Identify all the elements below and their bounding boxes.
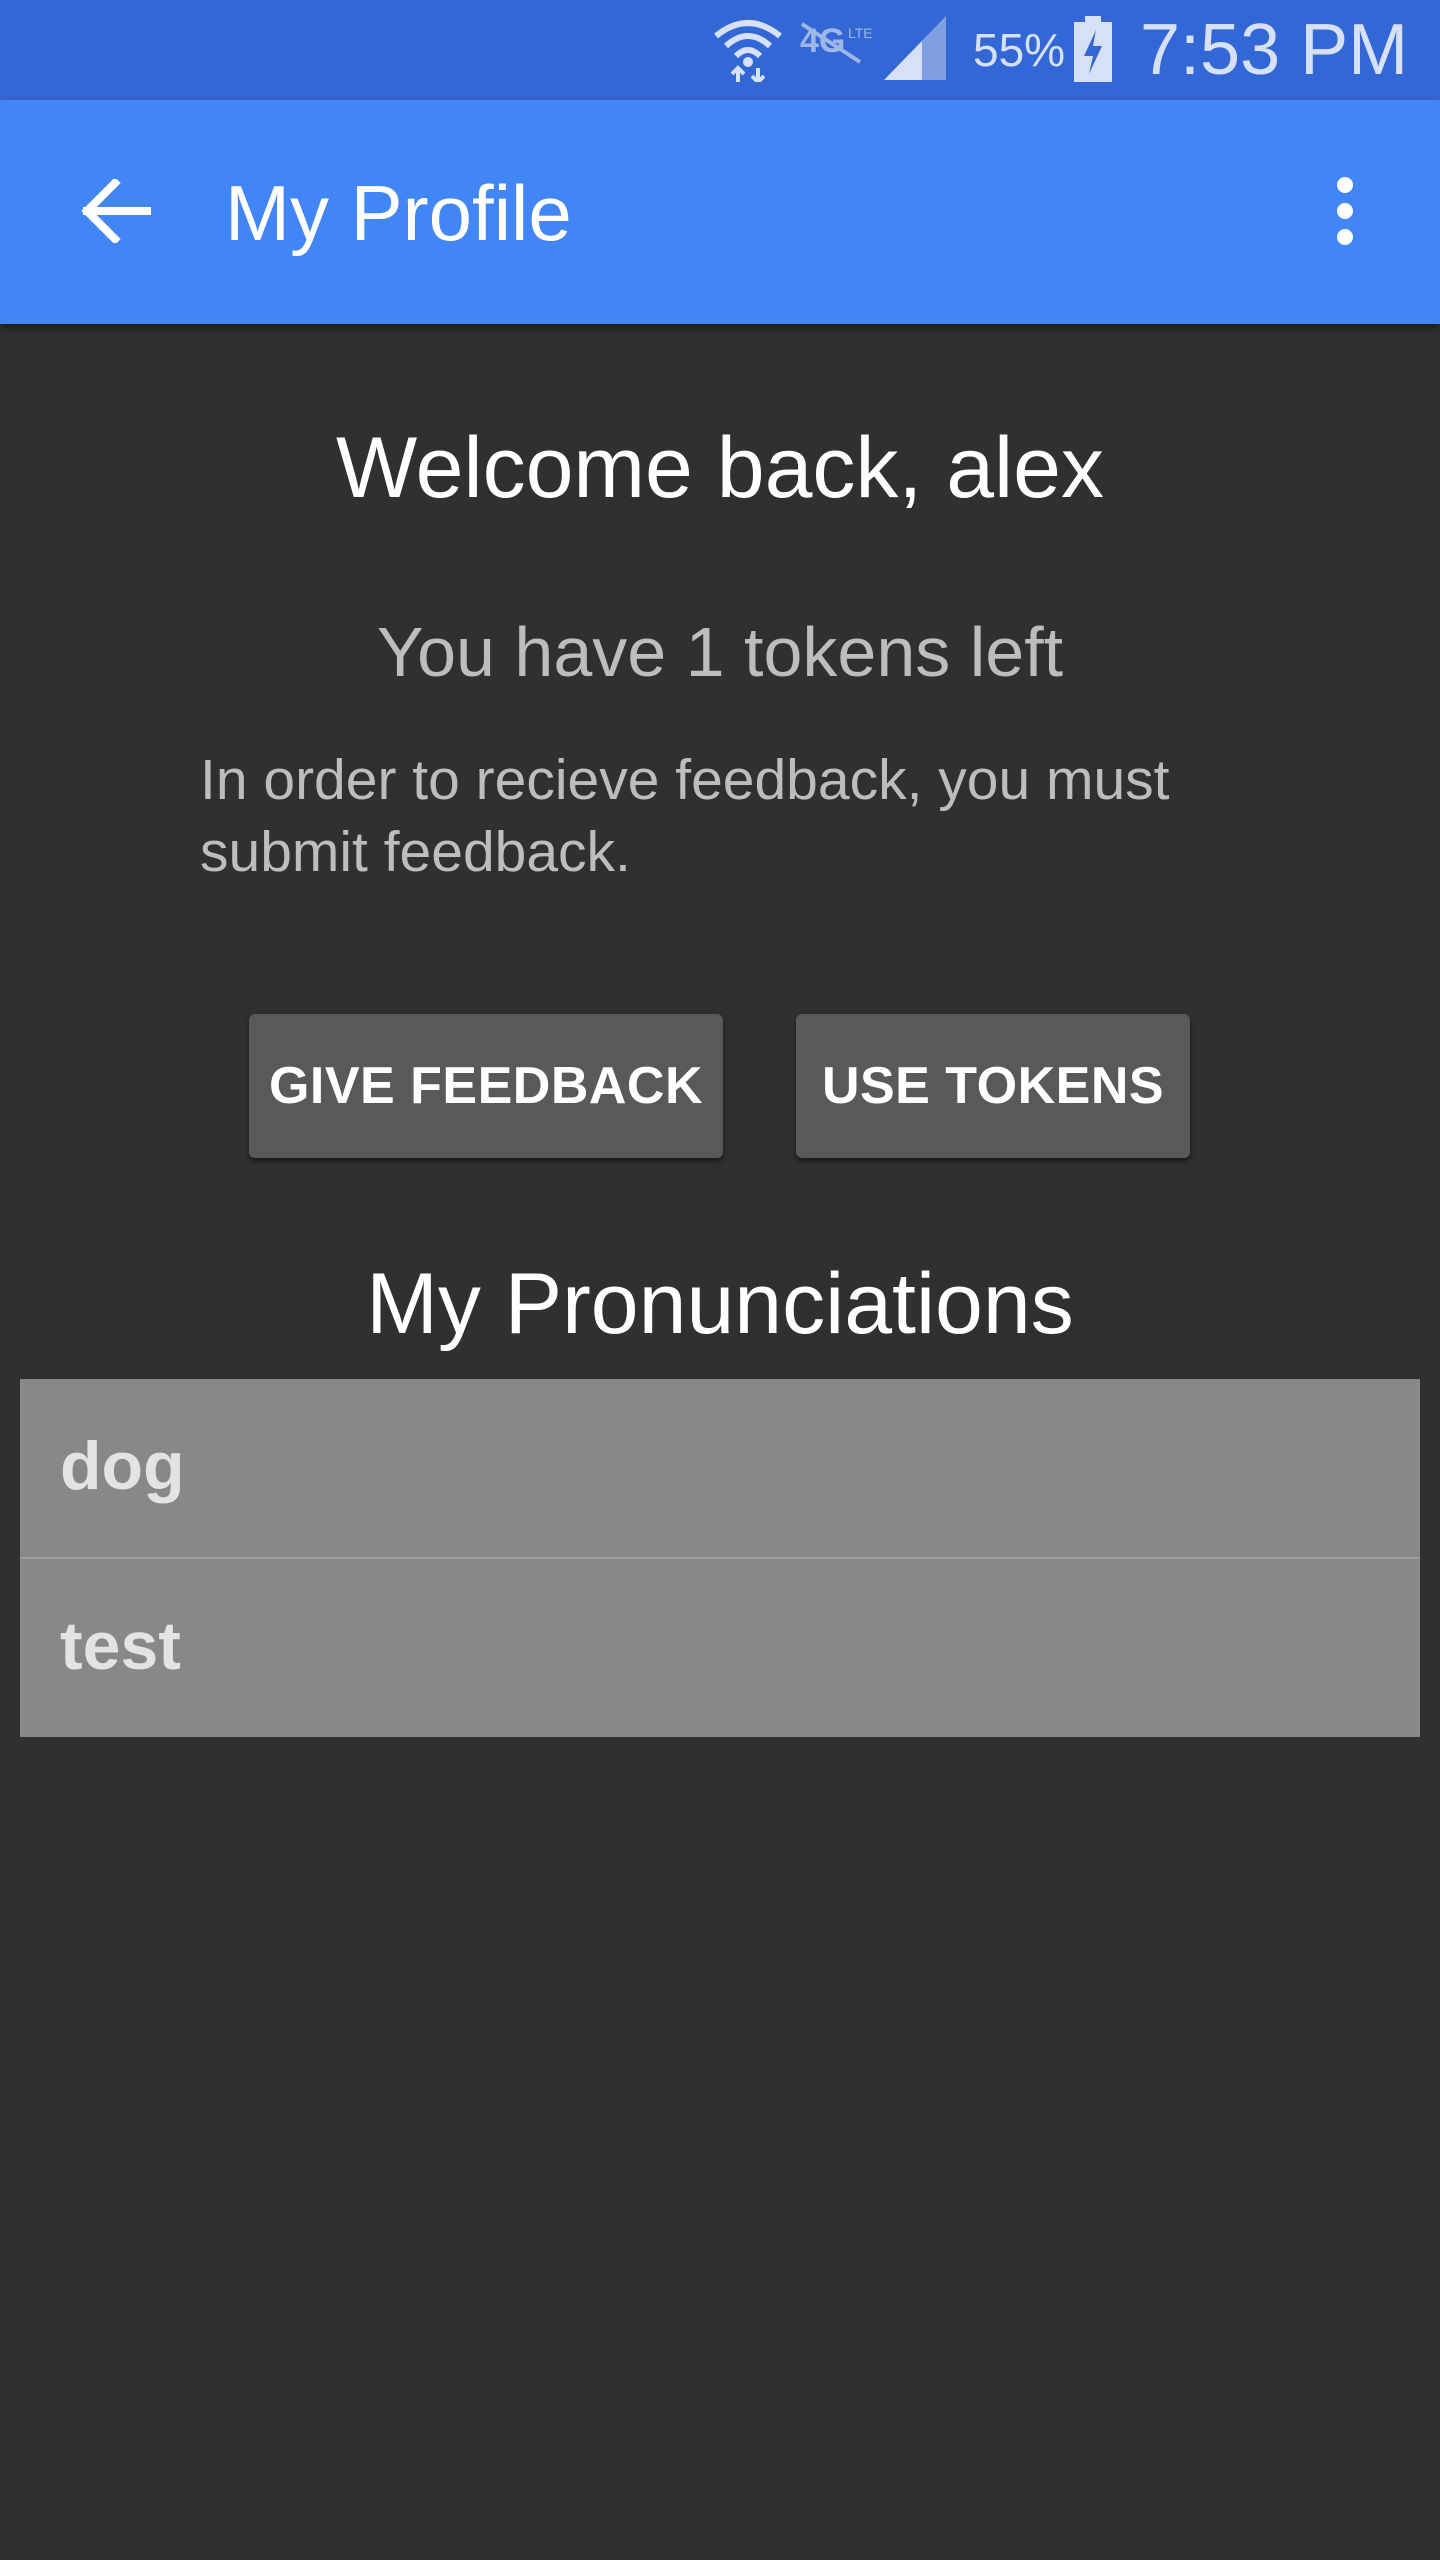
svg-text:LTE: LTE [848, 25, 873, 41]
arrow-back-icon [79, 176, 153, 248]
more-vert-icon [1335, 176, 1355, 251]
signal-icon [882, 16, 948, 85]
welcome-heading: Welcome back, alex [336, 420, 1104, 516]
list-item-label: dog [60, 1428, 185, 1504]
overflow-menu-button[interactable] [1290, 158, 1400, 268]
give-feedback-button[interactable]: GIVE FEEDBACK [249, 1014, 723, 1158]
lte-icon: 4G LTE [798, 18, 874, 73]
app-bar: My Profile [0, 100, 1440, 324]
use-tokens-button[interactable]: USE TOKENS [796, 1014, 1190, 1158]
wifi-icon [712, 14, 784, 87]
feedback-info-text: In order to recieve feedback, you must s… [200, 748, 1170, 884]
list-item-label: test [60, 1608, 181, 1684]
pronunciations-heading: My Pronunciations [366, 1256, 1074, 1352]
pronunciations-list: dog test [20, 1379, 1420, 1737]
status-bar: 4G LTE 55% 7:53 PM [0, 0, 1440, 100]
tokens-left-text: You have 1 tokens left [376, 613, 1064, 691]
list-item-test[interactable]: test [20, 1559, 1420, 1737]
battery-percent: 55% [973, 24, 1066, 76]
list-item-dog[interactable]: dog [20, 1379, 1420, 1559]
page-title: My Profile [225, 169, 572, 257]
back-button[interactable] [60, 158, 170, 268]
battery-charging-icon [1072, 16, 1114, 87]
clock: 7:53 PM [1140, 10, 1409, 90]
